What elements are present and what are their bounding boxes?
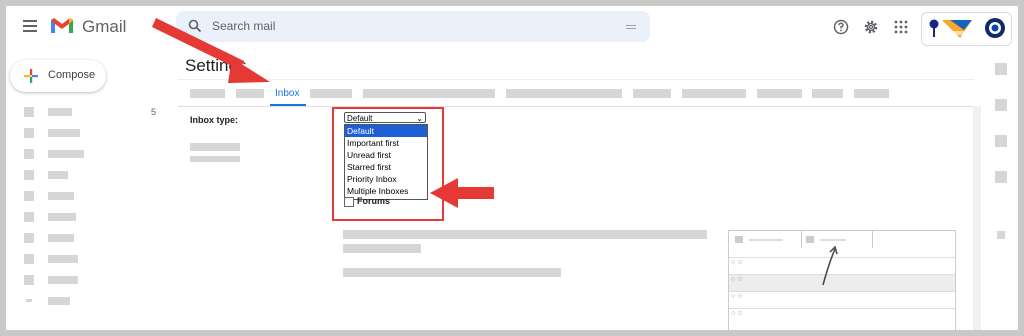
annotation-arrowhead xyxy=(228,58,270,83)
annotation-arrowhead xyxy=(430,178,458,208)
annotation-arrow-to-inbox-tab xyxy=(152,18,244,70)
annotation-arrows xyxy=(152,18,494,208)
annotation-arrow-to-option xyxy=(456,187,494,199)
gmail-window: Gmail Search mail Compose 5 Settings Inb… xyxy=(6,6,1018,330)
